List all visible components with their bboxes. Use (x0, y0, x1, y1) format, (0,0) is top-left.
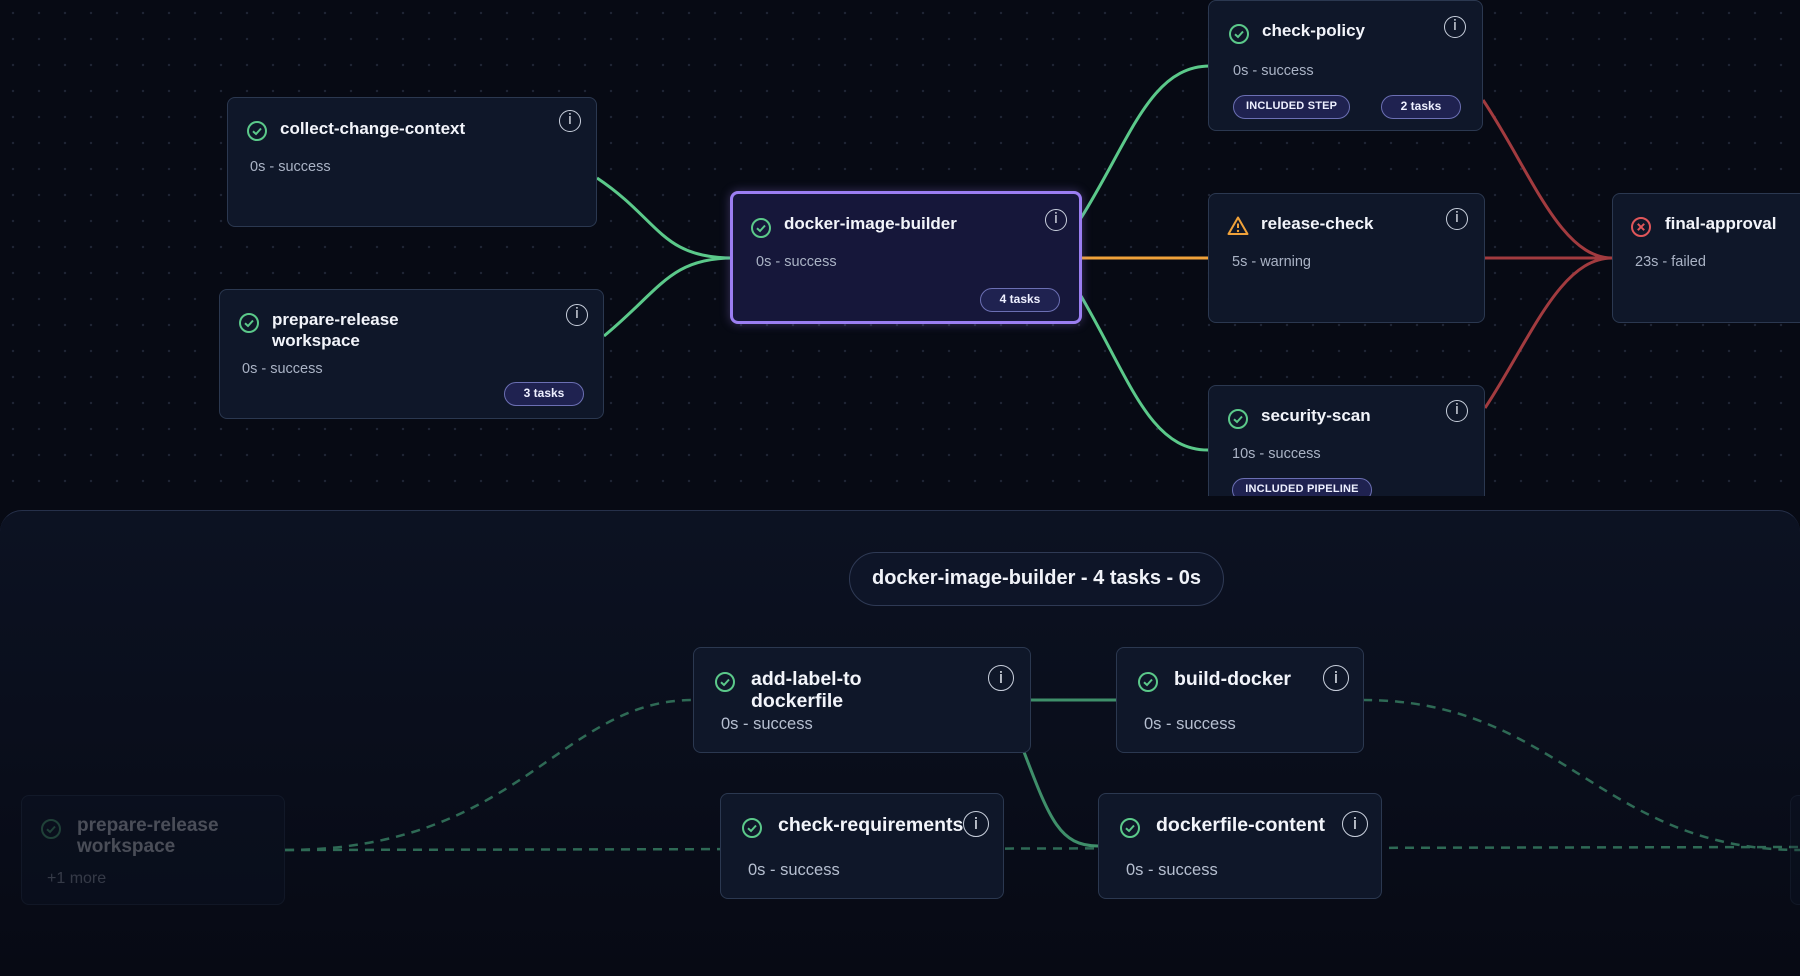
info-icon[interactable]: i (1323, 665, 1349, 691)
edge-add-label-to-dockerfile-content (1022, 751, 1099, 848)
success-check-icon (1120, 818, 1140, 838)
node-subtitle: 0s - success (1144, 715, 1236, 733)
task-node-build-docker[interactable]: build-docker 0s - success i (1116, 647, 1364, 753)
task-node-dockerfile-content[interactable]: dockerfile-content 0s - success i (1098, 793, 1382, 899)
offscreen-node-edge[interactable] (1790, 795, 1800, 905)
node-title: dockerfile-content (1156, 814, 1326, 836)
node-title: add-label-to dockerfile (751, 668, 862, 712)
node-title-line-2: dockerfile (751, 690, 844, 712)
node-subtitle: 0s - success (748, 861, 840, 879)
task-node-add-label-to-dockerfile[interactable]: add-label-to dockerfile 0s - success i (693, 647, 1031, 753)
edge-build-docker-dashed-out (1362, 698, 1800, 852)
node-subtitle: 0s - success (721, 715, 813, 733)
task-panel-title: docker-image-builder - 4 tasks - 0s (849, 552, 1224, 606)
node-subtitle: 0s - success (1126, 861, 1218, 879)
node-title-line-1: prepare-release (77, 815, 219, 836)
edge-ghost-dashed-straight (284, 845, 1800, 852)
node-title-line-1: add-label-to (751, 668, 862, 690)
node-title: prepare-release workspace (77, 815, 219, 857)
task-node-check-requirements[interactable]: check-requirements 0s - success i (720, 793, 1004, 899)
success-check-icon (1138, 672, 1158, 692)
edge-ghost-dashed-up (284, 698, 694, 852)
node-title-line-2: workspace (77, 836, 176, 857)
success-check-icon (742, 818, 762, 838)
success-check-icon (41, 819, 61, 839)
more-count[interactable]: +1 more (47, 870, 106, 888)
info-icon[interactable]: i (1342, 811, 1368, 837)
node-title: check-requirements (778, 814, 964, 836)
info-icon[interactable]: i (963, 811, 989, 837)
node-title: build-docker (1174, 668, 1292, 690)
success-check-icon (715, 672, 735, 692)
ghost-node-prepare-release-workspace[interactable]: prepare-release workspace +1 more (21, 795, 285, 905)
info-icon[interactable]: i (988, 665, 1014, 691)
